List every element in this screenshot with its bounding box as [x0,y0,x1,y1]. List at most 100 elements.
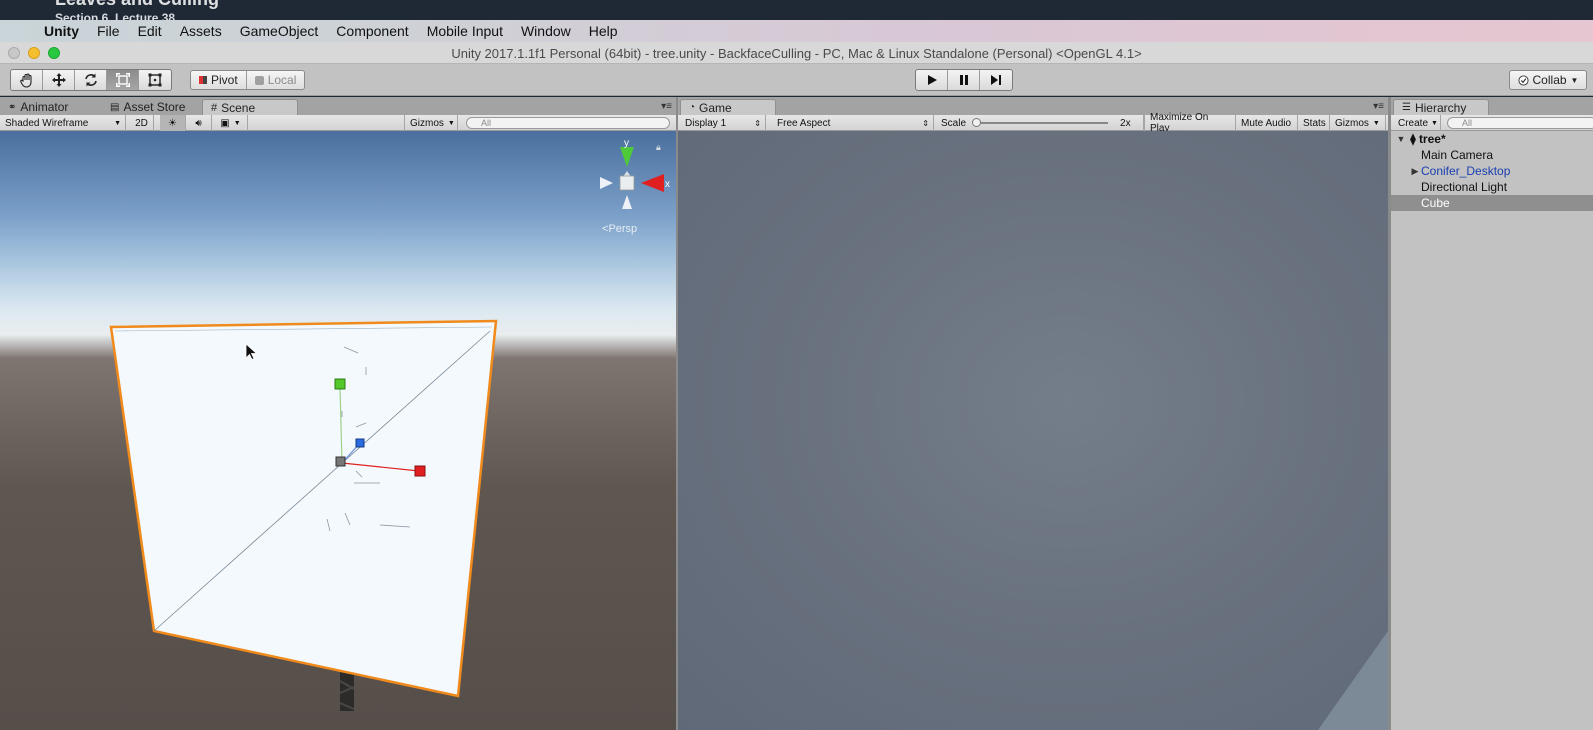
lighting-toggle[interactable]: ☀ [160,115,186,131]
check-circle-icon [1517,74,1529,86]
updown-icon: ⇕ [922,118,929,128]
aspect-dropdown[interactable]: Free Aspect ⇕ [772,115,934,131]
pivot-icon [199,76,207,84]
menu-help[interactable]: Help [589,23,618,39]
menu-window[interactable]: Window [521,23,571,39]
chevron-down-icon: ▼ [233,119,241,127]
pivot-label: Pivot [211,73,238,87]
collab-label: Collab [1532,73,1567,87]
menu-assets[interactable]: Assets [180,23,222,39]
hierarchy-item-conifer-desktop[interactable]: ▶ Conifer_Desktop [1391,163,1593,179]
scale-slider[interactable]: Scale 2x [936,115,1144,131]
collab-button[interactable]: Collab ▼ [1509,70,1587,90]
hierarchy-list: ▼ ⧫ tree* Main Camera ▶ Conifer_Desktop … [1391,131,1593,730]
tab-hierarchy[interactable]: ☰ Hierarchy [1393,99,1489,115]
chevron-down-icon: ▼ [1372,119,1380,127]
play-button[interactable] [916,70,948,90]
menu-file[interactable]: File [97,23,120,39]
local-button[interactable]: Local [245,71,305,89]
gizmo-y-handle[interactable] [334,378,346,390]
local-label: Local [267,73,297,87]
chevron-down-icon: ▼ [1431,119,1438,127]
aspect-label: Free Aspect [777,117,831,129]
hierarchy-tabstrip: ☰ Hierarchy [1391,97,1593,115]
asset-store-icon: ▤ [110,101,120,113]
scene-search-input[interactable]: All [466,117,670,129]
game-gizmos-label: Gizmos [1335,117,1369,129]
animator-icon: ⚭ [8,101,17,113]
panel-menu-icon[interactable]: ▾≡ [661,101,672,112]
stats-toggle[interactable]: Stats [1298,115,1330,131]
hierarchy-item-label: Directional Light [1421,180,1508,194]
tab-asset-store[interactable]: ▤ Asset Store [102,99,193,115]
tab-animator[interactable]: ⚭ Animator [0,99,76,115]
scene-gizmos-label: Gizmos [410,117,444,129]
audio-toggle[interactable]: 🔊︎ [186,115,212,131]
step-button[interactable] [980,70,1012,90]
menu-edit[interactable]: Edit [138,23,162,39]
orientation-gizmo[interactable] [600,147,664,209]
gizmo-z-handle[interactable] [355,438,365,448]
draw-mode-dropdown[interactable]: Shaded Wireframe ▼ [0,115,126,131]
persp-label[interactable]: <Persp [602,223,637,235]
mute-audio-toggle[interactable]: Mute Audio [1236,115,1298,131]
scene-render: y x 🔒︎ <Persp [109,138,670,711]
hierarchy-item-directional-light[interactable]: Directional Light [1391,179,1593,195]
tab-scene[interactable]: # Scene [202,99,298,115]
hierarchy-item-main-camera[interactable]: Main Camera [1391,147,1593,163]
tab-animator-label: Animator [20,100,69,114]
scene-gizmos-dropdown[interactable]: Gizmos ▼ [404,115,458,131]
main-toolbar: Pivot Local Collab ▼ [0,64,1593,96]
hierarchy-panel: ☰ Hierarchy Create ▼ All ▼ ⧫ tree* Main … [1391,97,1593,730]
hand-tool-button[interactable] [11,70,43,90]
display-dropdown[interactable]: Display 1 ⇕ [680,115,766,131]
lock-icon[interactable]: 🔒︎ [656,143,661,153]
rotate-tool-button[interactable] [75,70,107,90]
game-gizmos-dropdown[interactable]: Gizmos ▼ [1330,115,1386,131]
scale-thumb[interactable] [972,118,982,127]
gizmo-center-handle[interactable] [335,456,346,467]
pivot-button[interactable]: Pivot [191,71,246,89]
scene-grid-icon: # [211,101,218,114]
hierarchy-item-cube[interactable]: Cube [1391,195,1593,211]
hierarchy-item-label: Main Camera [1421,148,1494,162]
window-title: Unity 2017.1.1f1 Personal (64bit) - tree… [451,46,1142,61]
scene-control-bar: Shaded Wireframe ▼ 2D ☀ 🔊︎ ▣ ▼ Gizmos ▼ … [0,115,676,131]
rect-tool-button[interactable] [139,70,171,90]
create-dropdown[interactable]: Create ▼ [1393,115,1441,131]
expand-arrow-icon[interactable]: ▼ [1395,134,1407,144]
maximize-on-play-toggle[interactable]: Maximize On Play [1144,112,1236,134]
persp-text: Persp [608,223,637,235]
hand-icon [19,73,32,88]
tab-hierarchy-label: Hierarchy [1414,100,1467,115]
game-viewport[interactable] [678,131,1388,730]
scene-viewport[interactable]: y x 🔒︎ <Persp [0,131,676,730]
menu-mobile-input[interactable]: Mobile Input [427,23,503,39]
effects-dropdown[interactable]: ▣ ▼ [214,115,248,131]
playback-controls [915,69,1013,91]
hierarchy-search-input[interactable]: All [1447,117,1593,129]
display-label: Display 1 [685,117,727,129]
tab-asset-store-label: Asset Store [123,100,186,114]
menu-bar: Unity File Edit Assets GameObject Compon… [0,20,1593,42]
speaker-icon: 🔊︎ [195,117,202,129]
move-tool-button[interactable] [43,70,75,90]
menu-component[interactable]: Component [336,23,408,39]
scale-tool-button[interactable] [107,70,139,90]
move-icon [51,73,66,87]
gizmo-x-label: x [665,179,670,190]
game-render [1318,631,1388,730]
scene-search-placeholder: All [481,118,492,128]
menu-gameobject[interactable]: GameObject [240,23,319,39]
scale-label: Scale [941,117,967,129]
menu-unity[interactable]: Unity [44,23,79,39]
scale-track[interactable] [972,118,1109,127]
collapsed-arrow-icon[interactable]: ▶ [1409,166,1421,177]
scene-root-row[interactable]: ▼ ⧫ tree* [1391,131,1593,147]
tab-game[interactable]: ◔ Game [680,99,776,115]
pause-button[interactable] [948,70,980,90]
panel-menu-icon[interactable]: ▾≡ [1373,101,1384,112]
2d-toggle[interactable]: 2D [130,115,154,131]
gizmo-x-handle[interactable] [414,465,426,477]
tab-scene-label: Scene [221,100,256,115]
